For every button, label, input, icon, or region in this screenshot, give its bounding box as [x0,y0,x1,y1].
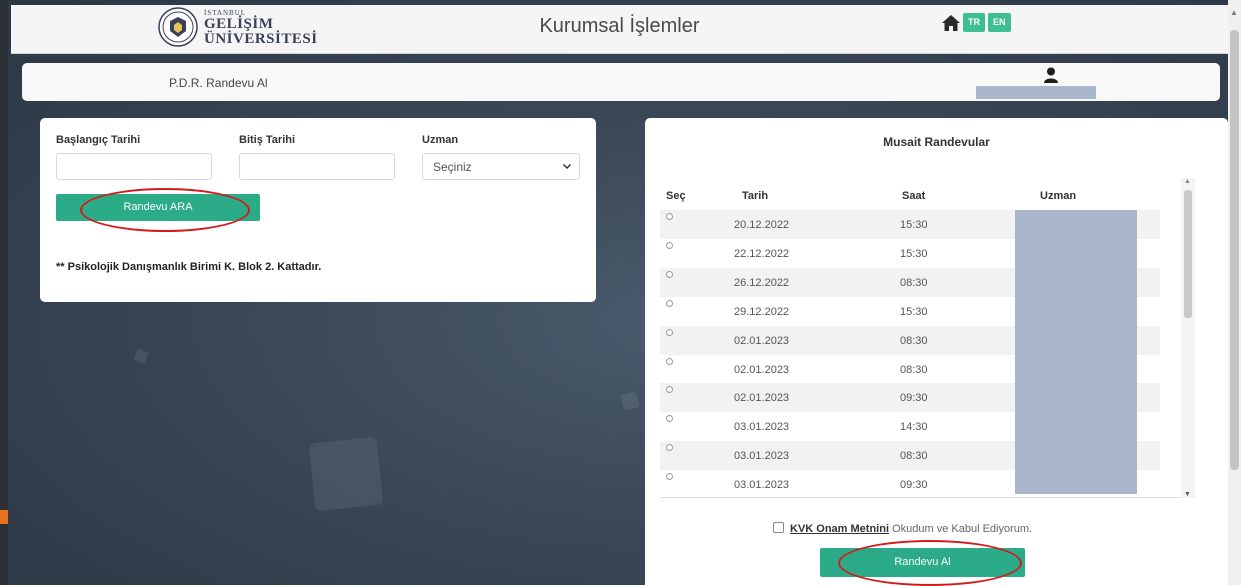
appointment-time: 08:30 [900,334,928,347]
start-date-input[interactable] [56,153,212,180]
top-header: İSTANBUL GELİŞİM ÜNİVERSİTESİ Kurumsal İ… [11,5,1228,54]
breadcrumb: P.D.R. Randevu Al [22,63,1220,101]
table-scrollbar-thumb[interactable] [1184,190,1192,318]
page-scrollbar-thumb[interactable] [1230,30,1239,470]
appointment-radio[interactable] [666,473,673,481]
end-date-label: Bitiş Tarihi [239,134,296,146]
table-scroll-up-icon[interactable]: ▲ [1184,178,1191,185]
appointment-date: 02.01.2023 [734,392,790,405]
column-header-date: Tarih [742,190,769,202]
appointment-date: 03.01.2023 [734,421,790,434]
appointment-date: 02.01.2023 [734,363,790,376]
table-divider [660,497,1181,498]
decorative-square [308,436,384,512]
search-appointment-button[interactable]: Randevu ARA [56,194,260,221]
appointment-radio[interactable] [666,386,673,394]
scroll-up-arrow-icon[interactable]: ▲ [1230,8,1238,17]
appointment-radio[interactable] [666,415,673,423]
book-appointment-button[interactable]: Randevu Al [820,548,1025,577]
expert-label: Uzman [422,134,459,146]
location-note: ** Psikolojik Danışmanlık Birimi K. Blok… [56,261,322,273]
expert-select[interactable]: Seçiniz [422,153,580,180]
available-appointments-title: Musait Randevular [883,135,990,149]
appointment-time: 09:30 [900,479,928,492]
table-scrollbar[interactable]: ▲ ▼ [1181,178,1195,498]
column-header-expert: Uzman [1040,190,1077,202]
left-edge-bar [0,0,8,585]
appointment-date: 03.01.2023 [734,450,790,463]
appointment-time: 15:30 [900,247,928,260]
left-edge-accent [0,510,8,524]
column-header-select: Seç [666,190,686,202]
appointment-radio[interactable] [666,241,673,249]
breadcrumb-label: P.D.R. Randevu Al [169,76,268,90]
language-en-button[interactable]: EN [988,13,1011,32]
end-date-input[interactable] [239,153,395,180]
home-icon[interactable] [941,13,961,33]
language-tr-button[interactable]: TR [963,13,985,32]
appointment-date: 26.12.2022 [734,276,790,289]
user-name-redacted [976,86,1096,99]
appointment-date: 20.12.2022 [734,219,790,231]
appointment-time: 09:30 [900,392,928,405]
table-header: Seç Tarih Saat Uzman [660,178,1196,208]
page-scrollbar[interactable]: ▲ [1228,0,1241,585]
appointment-time: 08:30 [900,363,928,376]
appointment-date: 02.01.2023 [734,334,790,347]
user-icon[interactable] [1044,67,1058,83]
appointment-date: 22.12.2022 [734,247,790,260]
appointment-time: 15:30 [900,219,928,231]
column-header-time: Saat [902,190,926,202]
search-panel: Başlangıç Tarihi Bitiş Tarihi Uzman Seçi… [40,118,596,302]
appointment-radio[interactable] [666,357,673,365]
page-title: Kurumsal İşlemler [539,15,700,37]
appointment-radio[interactable] [666,444,673,452]
kvk-consent-text: Okudum ve Kabul Ediyorum. [889,523,1033,535]
appointment-radio[interactable] [666,328,673,336]
appointment-date: 03.01.2023 [734,479,790,492]
kvk-consent-link[interactable]: KVK Onam Metnini [790,523,889,535]
appointment-radio[interactable] [666,270,673,278]
appointment-time: 08:30 [900,276,928,289]
available-appointments-panel: Musait Randevular Seç Tarih Saat Uzman 2… [645,118,1228,586]
appointment-date: 29.12.2022 [734,305,790,318]
expert-select-value: Seçiniz [433,160,472,174]
expert-names-redacted [1015,210,1137,494]
appointment-radio[interactable] [666,213,673,220]
table-scroll-down-icon[interactable]: ▼ [1184,491,1191,498]
chevron-down-icon [562,163,572,170]
appointment-time: 14:30 [900,421,928,434]
appointment-time: 15:30 [900,305,928,318]
kvk-consent-checkbox[interactable] [773,522,784,533]
appointment-radio[interactable] [666,299,673,307]
appointment-time: 08:30 [900,450,928,463]
start-date-label: Başlangıç Tarihi [56,134,141,146]
appointments-table: Seç Tarih Saat Uzman 20.12.2022 15:30 22.1… [660,178,1196,498]
kvk-consent: KVK Onam Metnini Okudum ve Kabul Ediyoru… [773,522,1032,535]
